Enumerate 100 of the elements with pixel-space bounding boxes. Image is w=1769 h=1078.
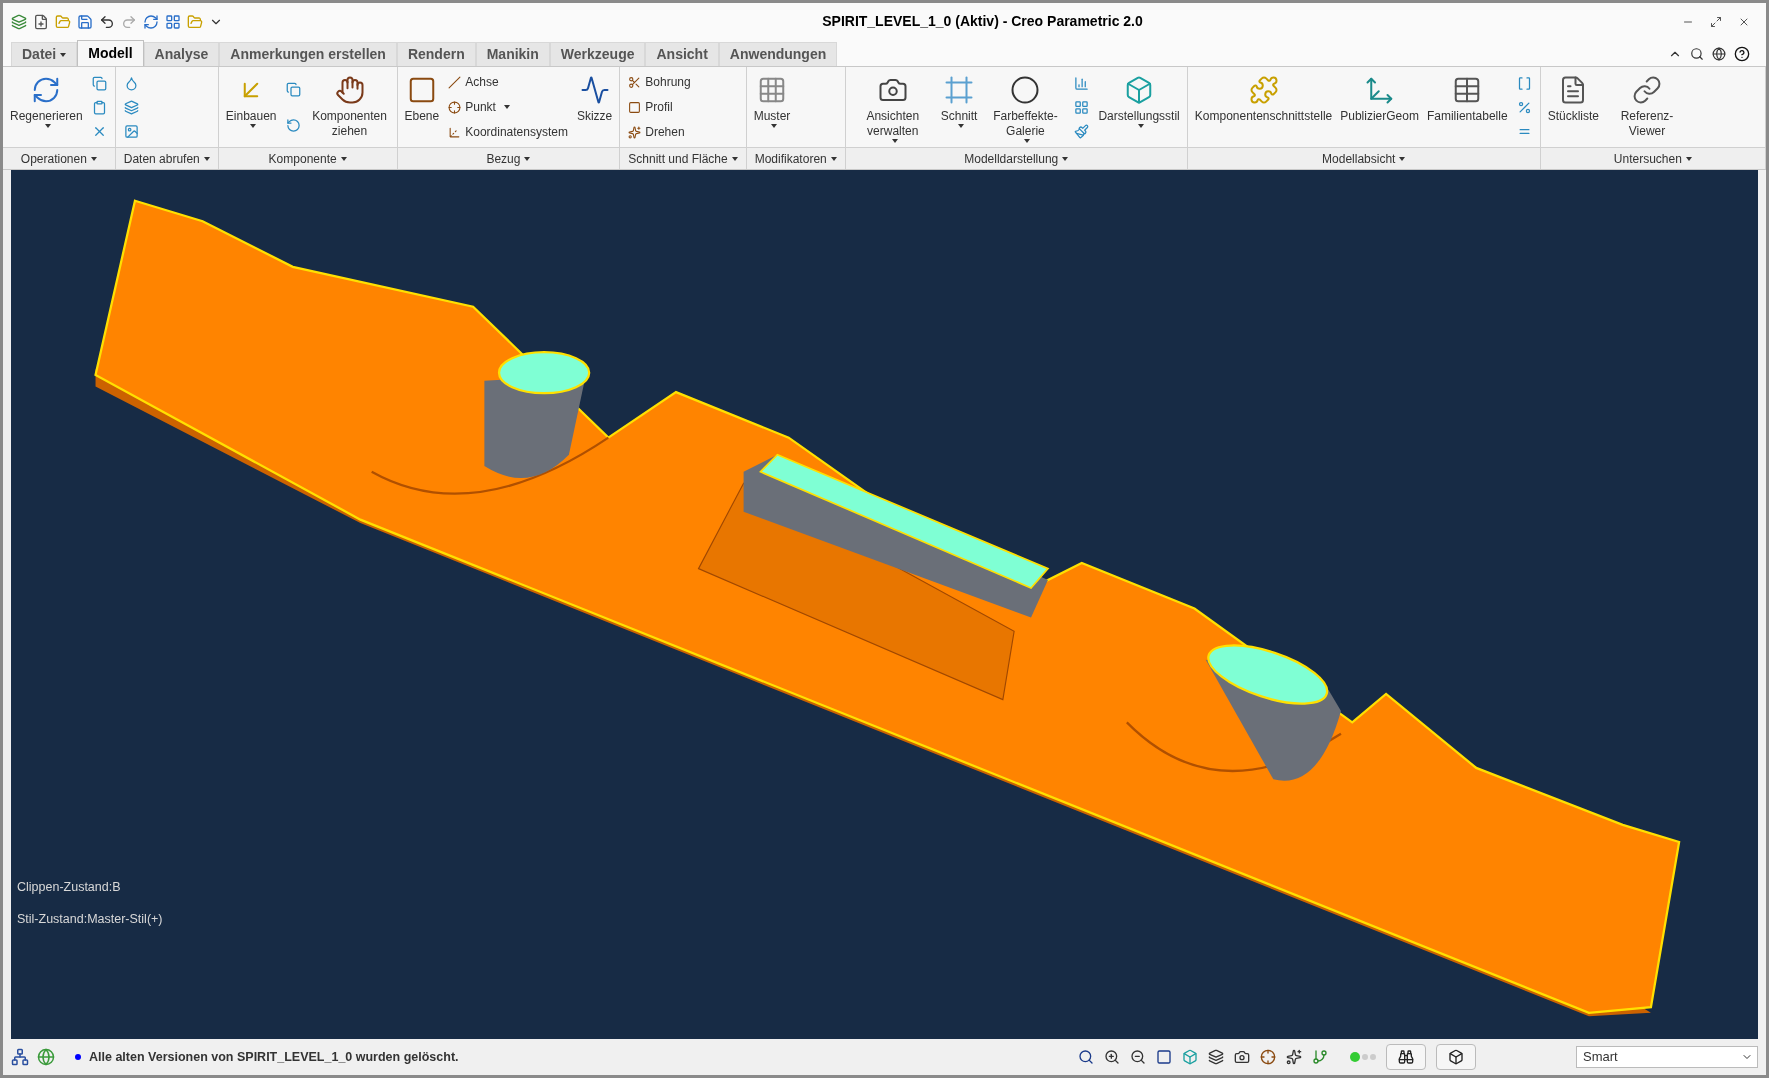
tool-icon — [579, 75, 610, 105]
zoom-in-icon[interactable] — [1104, 1049, 1120, 1065]
ribbon-button[interactable]: Ebene — [401, 71, 443, 143]
ribbon-button[interactable]: Darstellungsstil — [1095, 71, 1183, 143]
ribbon-tab[interactable]: Werkzeuge — [549, 42, 646, 66]
tool-icon[interactable] — [91, 75, 107, 91]
status-indicator-icon — [1350, 1052, 1376, 1062]
tool-icon — [628, 125, 642, 139]
tool-icon[interactable] — [1074, 75, 1090, 91]
model-tree-icon[interactable] — [11, 1048, 29, 1066]
view-state-label: Stil-Zustand:Master-Stil(+) — [17, 911, 163, 929]
caret-icon — [731, 156, 738, 161]
group-menu[interactable]: Modelldarstellung — [845, 147, 1187, 169]
ribbon-button[interactable]: Drehen — [624, 123, 695, 141]
ribbon-tab[interactable]: Analyse — [143, 42, 220, 66]
tool-icon — [448, 125, 462, 139]
help-icon[interactable] — [1734, 46, 1750, 62]
search-icon[interactable] — [1690, 47, 1704, 61]
window-title: SPIRIT_LEVEL_1_0 (Aktiv) - Creo Parametric 2.0 — [822, 12, 1143, 31]
graphics-viewport[interactable]: Clippen-Zustand:B Stil-Zustand:Master-Stil(+) — [11, 170, 1758, 1039]
find-button[interactable] — [1386, 1044, 1426, 1070]
ribbon-button[interactable]: Familientabelle — [1423, 71, 1511, 143]
group-menu[interactable]: Modellabsicht — [1187, 147, 1540, 169]
tool-icon[interactable] — [123, 75, 139, 91]
binoculars-icon — [1398, 1049, 1414, 1065]
ribbon-button[interactable]: Komponentenschnittstelle — [1191, 71, 1336, 143]
connector-icon[interactable] — [1312, 1049, 1328, 1065]
tool-icon[interactable] — [1516, 75, 1532, 91]
camera-icon[interactable] — [1234, 1049, 1250, 1065]
ribbon-button[interactable]: Bohrung — [624, 73, 695, 91]
ribbon-button[interactable]: Farbeffekte-Galerie — [982, 71, 1069, 143]
ribbon-button[interactable]: Regenerieren — [7, 71, 86, 143]
tool-icon — [628, 100, 642, 114]
group-menu[interactable]: Komponente — [218, 147, 397, 169]
caret-icon — [60, 52, 67, 57]
caret-icon — [1138, 124, 1145, 128]
caret-icon — [830, 156, 837, 161]
ribbon-button[interactable]: Schnitt — [937, 71, 981, 143]
ribbon-tab[interactable]: Anwendungen — [718, 42, 838, 66]
caret-icon — [250, 124, 257, 128]
new-file-icon[interactable] — [33, 13, 49, 30]
tool-icon[interactable] — [123, 123, 139, 139]
group-menu[interactable]: Daten abrufen — [115, 147, 218, 169]
selection-button[interactable] — [1436, 1044, 1476, 1070]
file-menu[interactable]: Datei — [11, 42, 78, 66]
undo-icon[interactable] — [99, 13, 115, 30]
tool-icon — [448, 75, 462, 89]
view-state-label: Clippen-Zustand:B — [17, 878, 122, 896]
save-icon[interactable] — [77, 13, 93, 30]
group-menu[interactable]: Untersuchen — [1540, 147, 1765, 169]
group-menu[interactable]: Operationen — [3, 147, 115, 169]
caret-icon — [891, 139, 898, 143]
ribbon-button[interactable]: Komponenten ziehen — [306, 71, 393, 143]
tool-icon[interactable] — [1516, 99, 1532, 115]
tool-icon[interactable] — [1074, 99, 1090, 115]
caret-icon — [45, 124, 52, 128]
tool-icon[interactable] — [123, 99, 139, 115]
ribbon-button[interactable]: PublizierGeom — [1337, 71, 1422, 143]
group-menu[interactable]: Modifikatoren — [746, 147, 845, 169]
windows-icon[interactable] — [165, 13, 181, 30]
ribbon-button[interactable]: Referenz-Viewer — [1604, 71, 1690, 143]
ribbon-button[interactable]: Skizze — [573, 71, 616, 143]
tool-icon[interactable] — [285, 117, 301, 133]
caret-icon — [203, 156, 210, 161]
caret-icon — [340, 156, 347, 161]
tool-icon[interactable] — [91, 99, 107, 115]
tool-icon — [1248, 75, 1279, 105]
zoom-fit-icon[interactable] — [1078, 1049, 1094, 1065]
ribbon-tab[interactable]: Anmerkungen erstellen — [219, 42, 397, 66]
caret-icon — [1024, 139, 1031, 143]
ribbon-button[interactable]: Achse — [444, 73, 572, 91]
caret-icon — [1685, 156, 1692, 161]
tool-icon — [1632, 75, 1662, 105]
ribbon-button[interactable]: Ansichten verwalten — [849, 71, 936, 143]
app-icon[interactable] — [11, 13, 27, 30]
maximize-icon[interactable] — [1710, 15, 1722, 28]
ribbon-button[interactable]: Stückliste — [1544, 71, 1602, 143]
ribbon-button[interactable]: Profil — [624, 98, 695, 116]
caret-icon — [90, 156, 97, 161]
ribbon-tab[interactable]: Modell — [77, 40, 144, 66]
ribbon-tab[interactable]: Rendern — [396, 42, 476, 66]
caret-icon — [958, 124, 965, 128]
cube-icon — [1448, 1049, 1464, 1065]
cube-icon[interactable] — [1182, 1049, 1198, 1065]
browser-icon[interactable] — [37, 1048, 55, 1066]
ribbon-button[interactable]: Koordinatensystem — [444, 123, 572, 141]
group-menu[interactable]: Schnitt und Fläche — [620, 147, 746, 169]
filter-dropdown[interactable]: Smart — [1576, 1046, 1758, 1068]
ribbon-button[interactable]: Muster — [750, 71, 794, 143]
ribbon-tab[interactable]: Ansicht — [645, 42, 719, 66]
tool-icon[interactable] — [1074, 123, 1090, 139]
tool-icon[interactable] — [285, 81, 301, 97]
group-menu[interactable]: Bezug — [397, 147, 620, 169]
ribbon-button[interactable]: Einbauen — [222, 71, 280, 143]
ribbon-button[interactable]: Punkt — [444, 98, 572, 116]
caret-icon — [524, 156, 531, 161]
status-bullet-icon — [75, 1054, 81, 1060]
ribbon-tab[interactable]: Manikin — [475, 42, 550, 66]
regenerate-icon[interactable] — [143, 13, 159, 30]
zoom-out-icon[interactable] — [1130, 1049, 1146, 1065]
